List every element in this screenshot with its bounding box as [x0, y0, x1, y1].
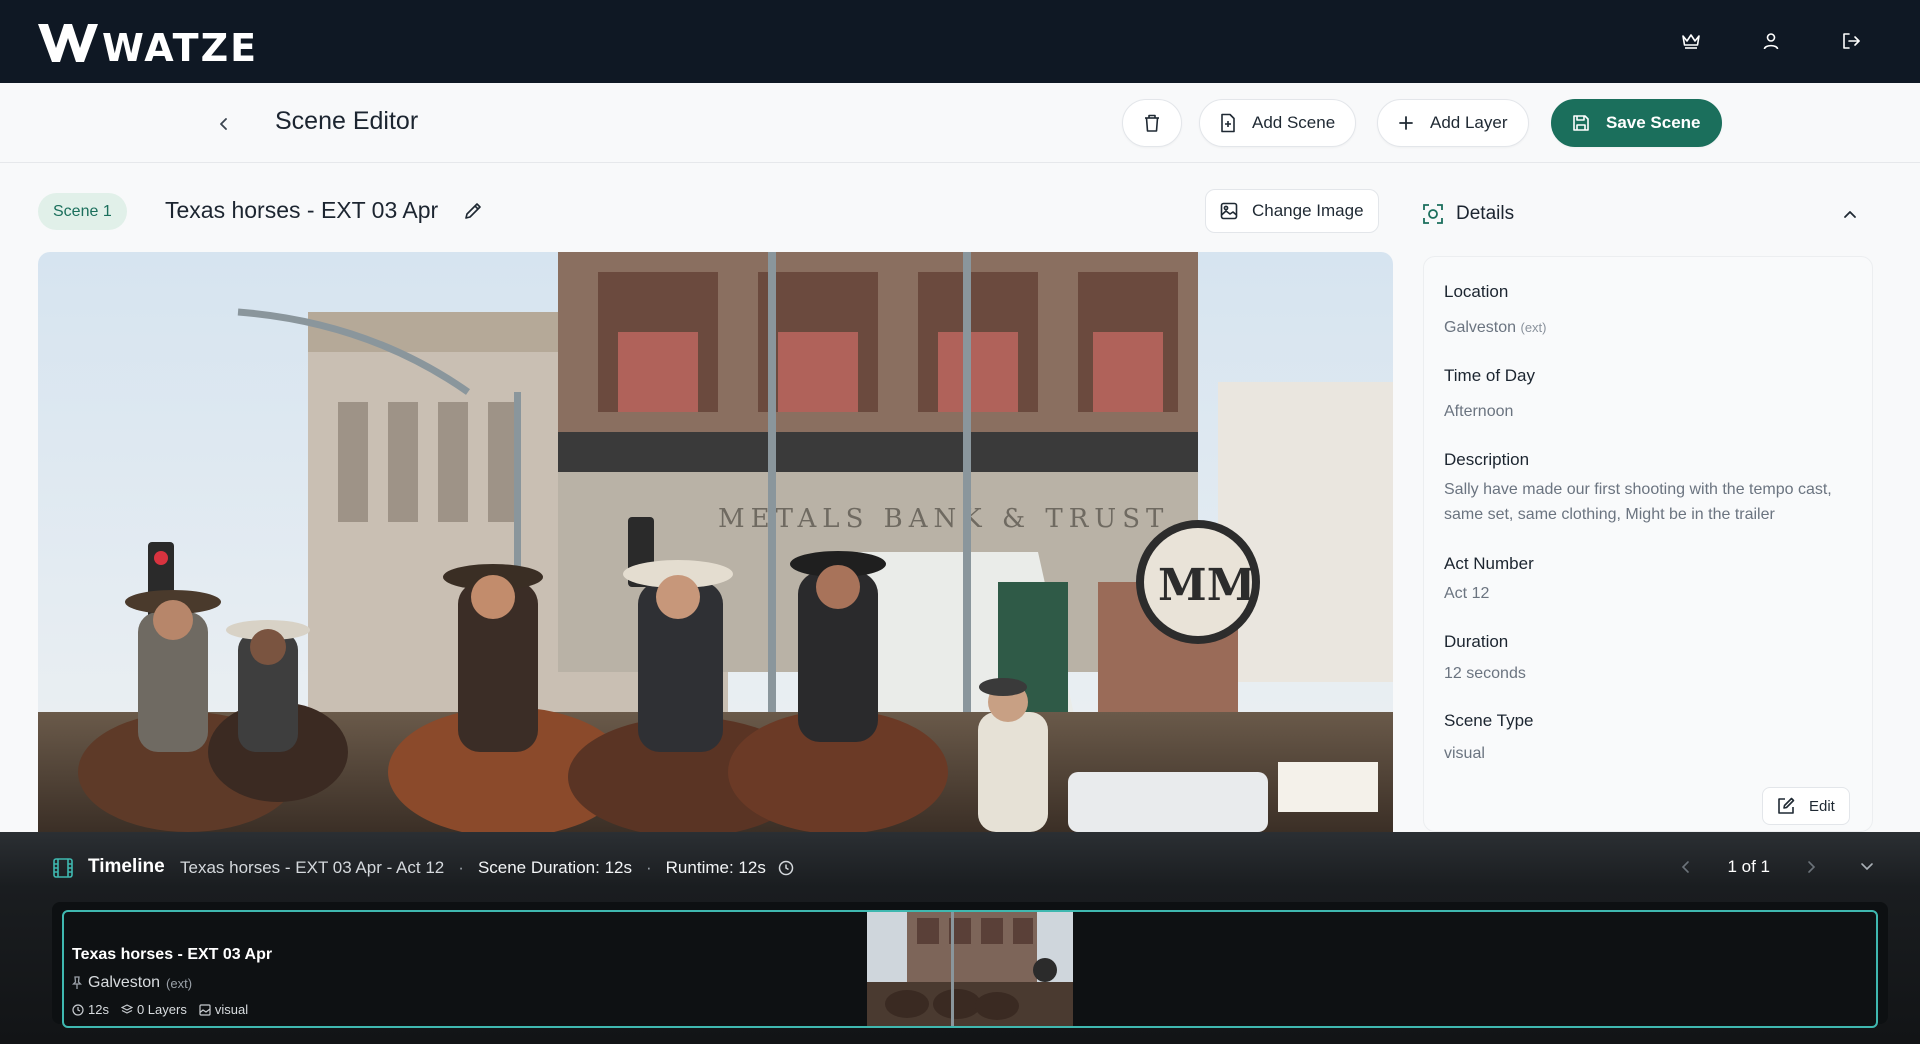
editor-header: Scene Editor Add Scene Add Layer Save Sc…: [0, 83, 1920, 163]
runtime: Runtime: 12s: [665, 858, 766, 877]
clip-title: Texas horses - EXT 03 Apr: [72, 946, 273, 963]
clip-location-suffix: (ext): [166, 975, 193, 991]
act-number-label: Act Number: [1444, 554, 1534, 573]
duration-value: 12 seconds: [1444, 665, 1526, 682]
clip-layers: 0 Layers: [120, 1002, 187, 1017]
logo-text: WATZEN: [102, 26, 258, 66]
details-card: Location Galveston (ext) Time of Day Aft…: [1423, 256, 1873, 832]
back-button[interactable]: [210, 110, 238, 138]
timeline-scene-ref: Texas horses - EXT 03 Apr - Act 12: [180, 858, 445, 877]
svg-text:MM: MM: [1158, 560, 1255, 611]
plus-icon: [1399, 116, 1413, 130]
clip-location-name: Galveston: [88, 974, 161, 991]
add-scene-button[interactable]: Add Scene: [1199, 99, 1357, 147]
user-icon[interactable]: [1754, 24, 1788, 58]
save-scene-button[interactable]: Save Scene: [1551, 99, 1722, 147]
timeline-pagination: 1 of 1: [1673, 852, 1880, 882]
description-label: Description: [1444, 450, 1530, 469]
add-scene-label: Add Scene: [1252, 113, 1336, 132]
layers-icon: [120, 1003, 133, 1014]
pencil-icon: [465, 203, 481, 219]
film-icon: [53, 858, 73, 878]
time-of-day-label: Time of Day: [1444, 366, 1536, 385]
collapse-details-button[interactable]: [1838, 202, 1862, 226]
edit-icon: [1778, 797, 1795, 814]
chevron-up-icon: [1844, 211, 1856, 218]
location-value: Galveston (ext): [1444, 315, 1854, 340]
details-header[interactable]: Details: [1422, 200, 1872, 228]
chevron-down-icon: [1861, 863, 1873, 871]
time-of-day-value: Afternoon: [1444, 403, 1514, 420]
clip-type-text: visual: [214, 1002, 249, 1017]
duration-label: Duration: [1444, 632, 1509, 651]
details-title: Details: [1456, 203, 1515, 224]
change-image-label: Change Image: [1252, 201, 1364, 220]
chevron-left-icon: [1682, 861, 1690, 873]
timeline-panel: Timeline Texas horses - EXT 03 Apr - Act…: [0, 832, 1920, 1044]
change-image-button[interactable]: Change Image: [1205, 189, 1379, 233]
image-icon: [1220, 202, 1238, 220]
logout-icon[interactable]: [1834, 24, 1868, 58]
page-title: Scene Editor: [275, 107, 419, 135]
chevron-right-icon: [1808, 861, 1816, 873]
edit-label: Edit: [1809, 797, 1835, 815]
add-layer-label: Add Layer: [1430, 113, 1508, 132]
clip-layers-text: 0 Layers: [136, 1002, 187, 1017]
scene-type-value: visual: [1444, 745, 1485, 762]
scene-type-label: Scene Type: [1444, 711, 1534, 730]
timeline-clip[interactable]: Texas horses - EXT 03 Apr Galveston (ext…: [62, 910, 1878, 1028]
app-logo[interactable]: WATZEN: [38, 18, 258, 66]
delete-scene-button[interactable]: [1122, 99, 1182, 147]
trash-icon: [1145, 114, 1159, 132]
clip-location: Galveston (ext): [72, 974, 192, 992]
separator-dot: ·: [645, 858, 652, 877]
timeline-title: Timeline: [88, 856, 165, 877]
top-icons: [1674, 24, 1868, 58]
pin-icon: [72, 976, 82, 989]
location-label: Location: [1444, 282, 1509, 301]
chevron-left-icon: [220, 118, 227, 130]
scene-image: METALS BANK & TRUST MM: [38, 252, 1393, 832]
scene-duration: Scene Duration: 12s: [477, 858, 632, 877]
clip-type: visual: [199, 1002, 248, 1017]
top-navbar: WATZEN: [0, 0, 1920, 83]
timeline-header: Timeline Texas horses - EXT 03 Apr - Act…: [0, 832, 1920, 902]
save-icon: [1573, 115, 1589, 131]
file-plus-icon: [1221, 113, 1235, 133]
crown-icon[interactable]: [1674, 24, 1708, 58]
description-value: Sally have made our first shooting with …: [1444, 481, 1832, 523]
clock-icon: [72, 1003, 84, 1016]
scene-number-badge: Scene 1: [38, 193, 127, 230]
scene-title: Texas horses - EXT 03 Apr: [165, 197, 439, 223]
location-name: Galveston: [1444, 319, 1517, 336]
svg-text:METALS BANK & TRUST: METALS BANK & TRUST: [718, 504, 1169, 534]
clip-duration-text: 12s: [88, 1002, 109, 1017]
page-indicator: 1 of 1: [1727, 857, 1770, 876]
clip-duration: 12s: [72, 1002, 109, 1017]
timeline-track: Texas horses - EXT 03 Apr Galveston (ext…: [52, 902, 1888, 1028]
location-suffix: (ext): [1520, 320, 1547, 335]
prev-page-button[interactable]: [1673, 854, 1699, 880]
timeline-meta: Texas horses - EXT 03 Apr - Act 12 · Sce…: [180, 858, 794, 878]
act-number-value: Act 12: [1444, 585, 1490, 602]
image-icon: [199, 1003, 211, 1016]
focus-icon: [1423, 204, 1443, 224]
add-layer-button[interactable]: Add Layer: [1377, 99, 1529, 147]
save-scene-label: Save Scene: [1606, 113, 1701, 132]
clip-meta: 12s 0 Layers visual: [72, 1002, 248, 1017]
edit-title-button[interactable]: [460, 198, 486, 224]
clip-thumbnail: [867, 912, 1073, 1026]
edit-details-button[interactable]: Edit: [1762, 787, 1850, 825]
separator-dot: ·: [458, 858, 464, 877]
clock-icon: [778, 860, 794, 876]
next-page-button[interactable]: [1798, 854, 1824, 880]
expand-timeline-button[interactable]: [1854, 854, 1880, 880]
